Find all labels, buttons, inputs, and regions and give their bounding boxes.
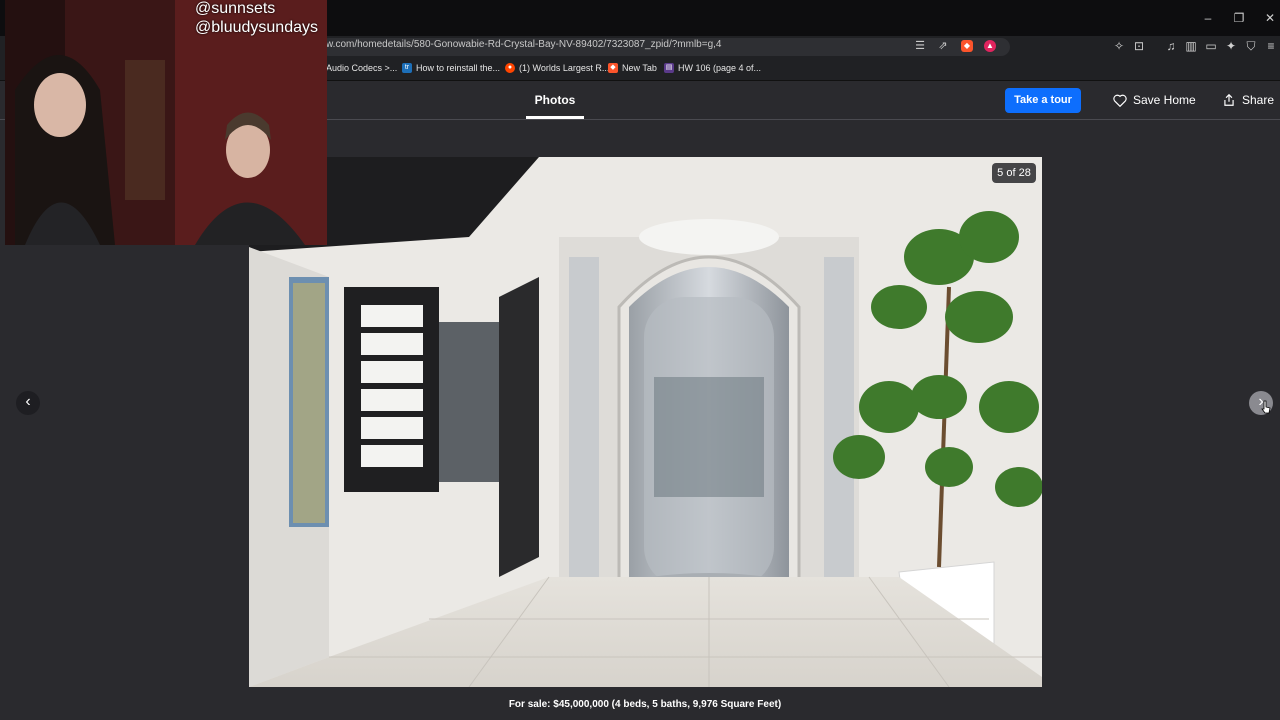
- bookmark-item[interactable]: ▤ HW 106 (page 4 of...: [664, 63, 761, 73]
- mouse-cursor-icon: [1261, 400, 1271, 414]
- heart-icon: [1113, 94, 1127, 107]
- save-home-label: Save Home: [1133, 93, 1196, 107]
- chevron-left-icon: ‹: [25, 393, 31, 410]
- webcam-handle-2: @bluudysundays: [195, 19, 318, 36]
- webcam-handle-1: @sunnsets: [195, 0, 276, 17]
- tr-icon: tr: [402, 63, 412, 73]
- tab-search-icon[interactable]: ⊡: [1132, 39, 1146, 53]
- reddit-icon: ●: [505, 63, 515, 73]
- url-text[interactable]: w.com/homedetails/580-Gonowabie-Rd-Cryst…: [326, 39, 722, 50]
- wallet-icon[interactable]: ▭: [1204, 39, 1218, 53]
- bookmark-item[interactable]: tr How to reinstall the...: [402, 63, 500, 73]
- previous-photo-button[interactable]: ‹: [16, 391, 40, 415]
- hw-icon: ▤: [664, 63, 674, 73]
- menu-icon[interactable]: ≡: [1264, 39, 1278, 53]
- share-icon: [1224, 93, 1234, 106]
- share-label: Share: [1242, 93, 1275, 107]
- leo-ai-icon[interactable]: ✦: [1224, 39, 1238, 53]
- sidebar-icon[interactable]: ▥: [1184, 39, 1198, 53]
- elevator-foyer-image: [249, 157, 1042, 687]
- restore-button[interactable]: ❐: [1231, 10, 1247, 26]
- save-home-button[interactable]: Save Home: [1113, 93, 1196, 107]
- share-button[interactable]: Share: [1222, 93, 1274, 107]
- bookmark-label: How to reinstall the...: [416, 63, 501, 73]
- active-tab-indicator: [526, 116, 584, 119]
- reader-mode-icon[interactable]: ☰: [913, 39, 927, 53]
- bookmark-item[interactable]: ● (1) Worlds Largest R...: [505, 63, 609, 73]
- take-tour-button[interactable]: Take a tour: [1005, 88, 1081, 113]
- extensions-icon[interactable]: ✧: [1112, 39, 1126, 53]
- brave-rewards-icon[interactable]: ▲: [984, 40, 996, 52]
- bookmark-label: Audio Codecs >...: [326, 63, 398, 73]
- listing-photo: [249, 157, 1042, 687]
- listing-caption: For sale: $45,000,000 (4 beds, 5 baths, …: [508, 699, 782, 710]
- share-page-icon[interactable]: ⇗: [936, 39, 950, 53]
- bookmark-item[interactable]: Audio Codecs >...: [326, 63, 397, 73]
- brave-icon: ◆: [608, 63, 618, 73]
- bookmark-item[interactable]: ◆ New Tab: [608, 63, 657, 73]
- bookmark-label: HW 106 (page 4 of...: [678, 63, 762, 73]
- media-icon[interactable]: ♫: [1164, 39, 1178, 53]
- tab-photos[interactable]: Photos: [526, 81, 584, 119]
- photo-counter: 5 of 28: [992, 163, 1036, 183]
- minimize-button[interactable]: –: [1200, 10, 1216, 26]
- bookmark-label: (1) Worlds Largest R...: [519, 63, 610, 73]
- brave-shields-icon[interactable]: ◆: [961, 40, 973, 52]
- bookmark-label: New Tab: [622, 63, 657, 73]
- vpn-shield-icon[interactable]: ⛉: [1244, 39, 1258, 53]
- close-window-button[interactable]: ✕: [1262, 10, 1278, 26]
